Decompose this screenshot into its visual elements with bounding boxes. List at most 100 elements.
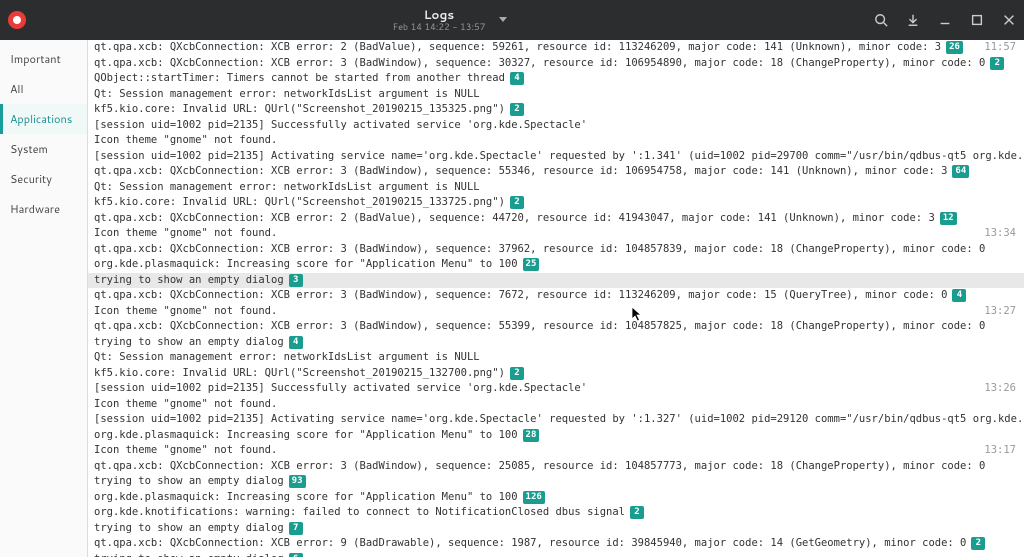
sidebar-item-hardware[interactable]: Hardware — [0, 194, 87, 224]
log-text: [session uid=1002 pid=2135] Successfully… — [94, 381, 587, 397]
log-line[interactable]: qt.qpa.xcb: QXcbConnection: XCB error: 3… — [88, 319, 1024, 335]
log-line[interactable]: Icon theme "gnome" not found. — [88, 133, 1024, 149]
log-text: trying to show an empty dialog — [94, 521, 284, 537]
log-text: trying to show an empty dialog — [94, 273, 284, 289]
log-line[interactable]: [session uid=1002 pid=2135] Successfully… — [88, 118, 1024, 134]
close-icon[interactable] — [1002, 13, 1016, 27]
log-text: kf5.kio.core: Invalid URL: QUrl("Screens… — [94, 195, 505, 211]
log-line[interactable]: org.kde.plasmaquick: Increasing score fo… — [88, 490, 1024, 506]
log-line[interactable]: org.kde.knotifications: warning: failed … — [88, 505, 1024, 521]
log-text: qt.qpa.xcb: QXcbConnection: XCB error: 3… — [94, 288, 947, 304]
log-line[interactable]: qt.qpa.xcb: QXcbConnection: XCB error: 3… — [88, 242, 1024, 258]
log-text: qt.qpa.xcb: QXcbConnection: XCB error: 9… — [94, 536, 966, 552]
log-line[interactable]: [session uid=1002 pid=2135] Successfully… — [88, 381, 1024, 397]
count-badge: 3 — [289, 274, 303, 287]
log-line[interactable]: Qt: Session management error: networkIds… — [88, 87, 1024, 103]
minimize-icon[interactable] — [938, 13, 952, 27]
log-line[interactable]: qt.qpa.xcb: QXcbConnection: XCB error: 2… — [88, 40, 1024, 56]
timestamp: 11:57 — [984, 40, 1016, 56]
log-line[interactable]: kf5.kio.core: Invalid URL: QUrl("Screens… — [88, 195, 1024, 211]
record-button[interactable] — [8, 11, 26, 29]
log-text: qt.qpa.xcb: QXcbConnection: XCB error: 2… — [94, 211, 935, 227]
log-line[interactable]: trying to show an empty dialog 93 — [88, 474, 1024, 490]
log-line[interactable]: qt.qpa.xcb: QXcbConnection: XCB error: 2… — [88, 211, 1024, 227]
log-text: qt.qpa.xcb: QXcbConnection: XCB error: 3… — [94, 164, 947, 180]
log-line[interactable]: Icon theme "gnome" not found. — [88, 443, 1024, 459]
log-line[interactable]: qt.qpa.xcb: QXcbConnection: XCB error: 3… — [88, 56, 1024, 72]
log-text: Qt: Session management error: networkIds… — [94, 87, 480, 103]
log-text: qt.qpa.xcb: QXcbConnection: XCB error: 3… — [94, 459, 985, 475]
search-icon[interactable] — [874, 13, 888, 27]
log-text: [session uid=1002 pid=2135] Activating s… — [94, 412, 1024, 428]
log-text: Qt: Session management error: networkIds… — [94, 180, 480, 196]
log-line[interactable]: Qt: Session management error: networkIds… — [88, 350, 1024, 366]
log-line[interactable]: [session uid=1002 pid=2135] Activating s… — [88, 412, 1024, 428]
titlebar: Logs Feb 14 14:22 - 13:57 — [0, 0, 1024, 40]
count-badge: 25 — [523, 258, 540, 271]
count-badge: 2 — [990, 57, 1004, 70]
log-line[interactable]: qt.qpa.xcb: QXcbConnection: XCB error: 3… — [88, 288, 1024, 304]
log-text: kf5.kio.core: Invalid URL: QUrl("Screens… — [94, 366, 505, 382]
window-subtitle: Feb 14 14:22 - 13:57 — [393, 22, 486, 32]
log-line[interactable]: org.kde.plasmaquick: Increasing score fo… — [88, 428, 1024, 444]
log-line[interactable]: Icon theme "gnome" not found. — [88, 226, 1024, 242]
log-line[interactable]: [session uid=1002 pid=2135] Activating s… — [88, 149, 1024, 165]
count-badge: 4 — [510, 72, 524, 85]
log-line[interactable]: Icon theme "gnome" not found. — [88, 397, 1024, 413]
log-line[interactable]: qt.qpa.xcb: QXcbConnection: XCB error: 9… — [88, 536, 1024, 552]
log-text: trying to show an empty dialog — [94, 552, 284, 557]
log-text: org.kde.plasmaquick: Increasing score fo… — [94, 490, 518, 506]
count-badge: 2 — [510, 367, 524, 380]
log-line[interactable]: org.kde.plasmaquick: Increasing score fo… — [88, 257, 1024, 273]
count-badge: 26 — [946, 41, 963, 54]
log-line[interactable]: trying to show an empty dialog 3 — [88, 273, 1024, 289]
count-badge: 64 — [952, 165, 969, 178]
log-text: org.kde.plasmaquick: Increasing score fo… — [94, 257, 518, 273]
log-text: org.kde.plasmaquick: Increasing score fo… — [94, 428, 518, 444]
count-badge: 12 — [940, 212, 957, 225]
sidebar-item-system[interactable]: System — [0, 134, 87, 164]
sidebar-item-all[interactable]: All — [0, 74, 87, 104]
log-text: [session uid=1002 pid=2135] Activating s… — [94, 149, 1024, 165]
log-text: qt.qpa.xcb: QXcbConnection: XCB error: 3… — [94, 242, 985, 258]
log-area[interactable]: 11:57 13:34 13:27 13:26 13:17 qt.qpa.xcb… — [88, 40, 1024, 557]
log-line[interactable]: trying to show an empty dialog 6 — [88, 552, 1024, 557]
log-text: Qt: Session management error: networkIds… — [94, 350, 480, 366]
log-line[interactable]: kf5.kio.core: Invalid URL: QUrl("Screens… — [88, 102, 1024, 118]
log-text: Icon theme "gnome" not found. — [94, 443, 277, 459]
log-text: kf5.kio.core: Invalid URL: QUrl("Screens… — [94, 102, 505, 118]
count-badge: 126 — [523, 491, 545, 504]
sidebar-item-applications[interactable]: Applications — [0, 104, 87, 134]
log-line[interactable]: QObject::startTimer: Timers cannot be st… — [88, 71, 1024, 87]
log-text: QObject::startTimer: Timers cannot be st… — [94, 71, 505, 87]
log-line[interactable]: qt.qpa.xcb: QXcbConnection: XCB error: 3… — [88, 164, 1024, 180]
log-line[interactable]: Icon theme "gnome" not found. — [88, 304, 1024, 320]
log-text: qt.qpa.xcb: QXcbConnection: XCB error: 3… — [94, 56, 985, 72]
log-text: qt.qpa.xcb: QXcbConnection: XCB error: 3… — [94, 319, 985, 335]
log-line[interactable]: trying to show an empty dialog 7 — [88, 521, 1024, 537]
log-line[interactable]: qt.qpa.xcb: QXcbConnection: XCB error: 3… — [88, 459, 1024, 475]
sidebar-item-security[interactable]: Security — [0, 164, 87, 194]
sidebar-item-important[interactable]: Important — [0, 44, 87, 74]
count-badge: 93 — [289, 475, 306, 488]
count-badge: 2 — [971, 537, 985, 550]
log-line[interactable]: kf5.kio.core: Invalid URL: QUrl("Screens… — [88, 366, 1024, 382]
timestamp: 13:26 — [984, 381, 1016, 397]
count-badge: 7 — [289, 522, 303, 535]
count-badge: 4 — [952, 289, 966, 302]
chevron-down-icon — [499, 17, 507, 22]
maximize-icon[interactable] — [970, 13, 984, 27]
log-text: Icon theme "gnome" not found. — [94, 133, 277, 149]
log-text: [session uid=1002 pid=2135] Successfully… — [94, 118, 587, 134]
count-badge: 6 — [289, 553, 303, 557]
count-badge: 2 — [510, 196, 524, 209]
timestamp: 13:27 — [984, 304, 1016, 320]
log-line[interactable]: Qt: Session management error: networkIds… — [88, 180, 1024, 196]
count-badge: 2 — [630, 506, 644, 519]
count-badge: 2 — [510, 103, 524, 116]
title-dropdown[interactable]: Logs Feb 14 14:22 - 13:57 — [393, 8, 508, 31]
log-text: trying to show an empty dialog — [94, 474, 284, 490]
count-badge: 4 — [289, 336, 303, 349]
log-line[interactable]: trying to show an empty dialog4 — [88, 335, 1024, 351]
export-icon[interactable] — [906, 13, 920, 27]
